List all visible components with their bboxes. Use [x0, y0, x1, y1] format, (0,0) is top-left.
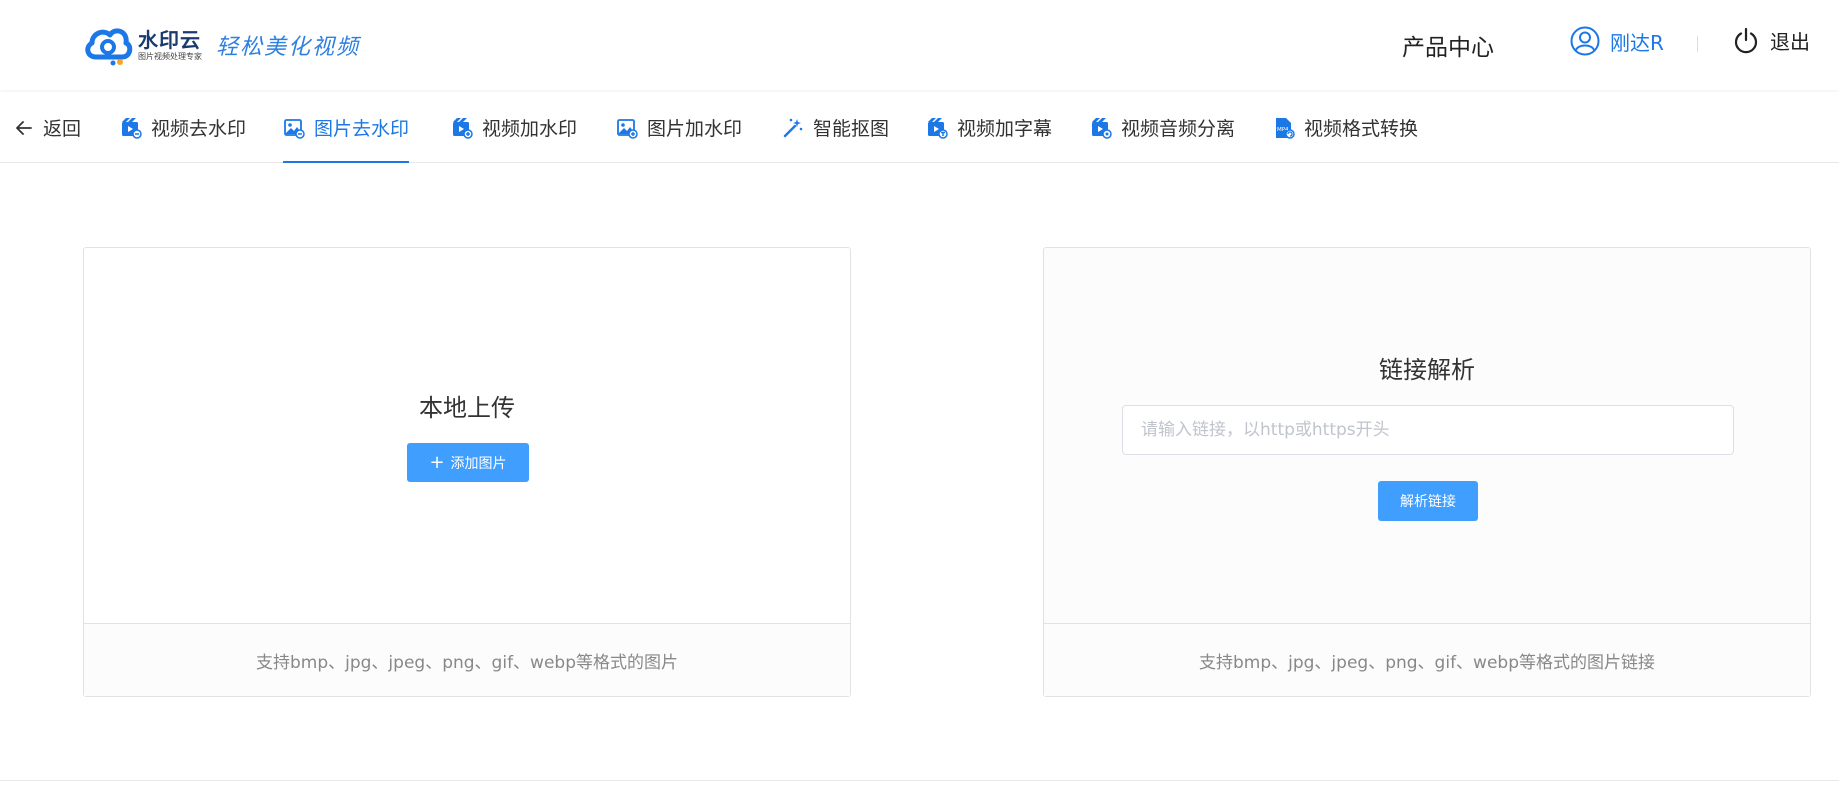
brand-subtitle: 图片视频处理专家 — [138, 51, 202, 61]
tab-image-remove-watermark[interactable]: 图片去水印 — [283, 92, 410, 163]
tab-label: 视频格式转换 — [1304, 118, 1419, 140]
tab-video-subtitle[interactable]: 视频加字幕 — [926, 92, 1052, 163]
cloud-logo-icon — [85, 28, 133, 66]
add-image-label: 添加图片 — [450, 455, 507, 472]
upload-card-body[interactable]: 本地上传 + 添加图片 — [84, 248, 850, 624]
upload-title: 本地上传 — [419, 394, 515, 422]
tab-video-add-watermark[interactable]: 视频加水印 — [451, 92, 577, 163]
link-parse-card: 链接解析 解析链接 支持bmp、jpg、jpeg、png、gif、webp等格式… — [1043, 247, 1811, 697]
tab-smart-cutout[interactable]: 智能抠图 — [782, 92, 889, 163]
plus-icon: + — [429, 451, 445, 473]
arrow-left-icon — [16, 120, 32, 135]
product-center-link[interactable]: 产品中心 — [1402, 28, 1494, 62]
logout-button[interactable]: 退出 — [1732, 26, 1810, 55]
tab-video-audio-split[interactable]: 视频音频分离 — [1090, 92, 1235, 163]
tool-nav: 返回 视频去水印 图片去水印 视频加水印 图片加水印 智能抠图 视频加字幕 视频… — [0, 92, 1839, 163]
tab-label: 视频去水印 — [151, 118, 247, 140]
link-formats-note: 支持bmp、jpg、jpeg、png、gif、webp等格式的图片链接 — [1044, 623, 1810, 696]
user-avatar-icon — [1570, 26, 1600, 56]
upload-formats-note: 支持bmp、jpg、jpeg、png、gif、webp等格式的图片 — [84, 623, 850, 696]
video-icon — [122, 117, 142, 139]
tab-label: 视频音频分离 — [1121, 118, 1236, 140]
video-audio-icon — [1092, 117, 1112, 139]
brand-slogan: 轻松美化视频 — [216, 35, 361, 60]
link-card-body: 链接解析 解析链接 — [1044, 248, 1810, 624]
tab-label: 智能抠图 — [813, 118, 890, 140]
logo[interactable]: 水印云 图片视频处理专家 轻松美化视频 — [82, 22, 360, 68]
back-button[interactable]: 返回 — [14, 92, 81, 163]
parse-link-button[interactable]: 解析链接 — [1378, 481, 1478, 521]
image-icon — [284, 118, 305, 139]
tab-label: 图片去水印 — [314, 118, 410, 140]
link-url-input[interactable] — [1122, 405, 1734, 455]
local-upload-card: 本地上传 + 添加图片 支持bmp、jpg、jpeg、png、gif、webp等… — [83, 247, 851, 697]
brand-name: 水印云 — [138, 27, 201, 52]
logo-text: 水印云 图片视频处理专家 — [138, 29, 202, 62]
tab-label: 图片加水印 — [647, 118, 743, 140]
logout-label: 退出 — [1770, 30, 1810, 54]
tab-image-add-watermark[interactable]: 图片加水印 — [616, 92, 742, 163]
username: 刚达R — [1610, 30, 1664, 55]
user-menu[interactable]: 刚达R — [1570, 26, 1664, 56]
tab-video-remove-watermark[interactable]: 视频去水印 — [120, 92, 246, 163]
mp4-file-icon: MP4 — [1276, 117, 1295, 139]
header-divider — [1697, 36, 1698, 52]
link-parse-title: 链接解析 — [1379, 356, 1475, 384]
back-label: 返回 — [43, 118, 82, 140]
video-add-icon — [453, 117, 473, 139]
video-subtitle-icon — [928, 117, 948, 139]
footer-divider — [0, 780, 1839, 781]
power-icon — [1734, 27, 1758, 53]
tab-label: 视频加水印 — [482, 118, 578, 140]
add-image-button[interactable]: + 添加图片 — [407, 443, 529, 482]
top-header: 水印云 图片视频处理专家 轻松美化视频 产品中心 刚达R 退出 — [0, 0, 1839, 90]
tab-label: 视频加字幕 — [957, 118, 1053, 140]
tab-video-format-convert[interactable]: MP4 视频格式转换 — [1273, 92, 1418, 163]
magic-wand-icon — [783, 118, 803, 137]
image-add-icon — [617, 118, 638, 139]
